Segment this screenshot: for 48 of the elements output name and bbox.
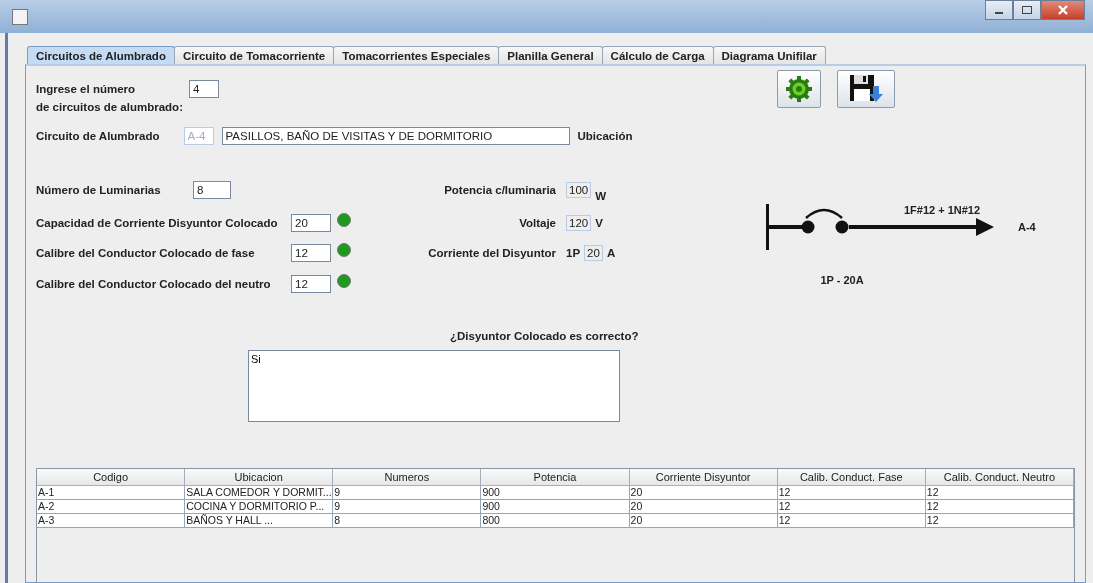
unit-label: A [606,247,616,259]
field-label: Número de Luminarias [36,184,161,196]
tab[interactable]: Diagrama Unifilar [712,46,826,64]
app-icon [12,8,28,25]
pole-label: 1P [566,247,581,259]
circuit-label: Circuito de Alumbrado [36,130,160,142]
minimize-button[interactable] [985,0,1013,20]
table-cell: BAÑOS Y HALL ... [185,514,334,528]
value-field[interactable]: 20 [291,214,331,232]
field-label: Voltaje [519,217,556,229]
answer-text-area[interactable]: Si [248,350,620,422]
field-label: Calibre del Conductor Colocado del neutro [36,278,271,290]
circuit-code-label: A-4 [1018,221,1036,233]
value-display: 20 [584,245,603,261]
field-label: Potencia c/luminaria [444,184,556,196]
location-field[interactable]: PASILLOS, BAÑO DE VISITAS Y DE DORMITORIO [221,127,570,145]
maximize-button[interactable] [1013,0,1041,20]
value-field[interactable]: 12 [291,244,331,262]
table-cell: 8 [333,514,482,528]
conductor-label: 1F#12 + 1N#12 [903,204,981,216]
value-field[interactable]: 8 [193,181,231,199]
unit-label: V [595,217,603,229]
count-field[interactable]: 4 [189,80,219,98]
tab[interactable]: Circuito de Tomacorriente [173,46,335,64]
tab[interactable]: Tomacorrientes Especiales [333,46,500,64]
value-display: 120 [566,215,592,231]
question-label: ¿Disyuntor Colocado es correcto? [450,330,640,342]
close-button[interactable] [1041,0,1085,20]
value-field[interactable]: 12 [291,275,331,293]
tab[interactable]: Planilla General [498,46,603,64]
value-display: 100 [566,182,592,198]
tab[interactable]: Circuitos de Alumbrado [27,46,175,64]
table-cell: 800 [481,514,630,528]
tab[interactable]: Cálculo de Carga [601,46,714,64]
field-label: Capacidad de Corriente Disyuntor Colocado [36,217,278,229]
breaker-label: 1P - 20A [820,274,864,286]
field-label: Calibre del Conductor Colocado de fase [36,247,255,259]
table-cell: 12 [925,514,1074,528]
unit-label: W [595,190,607,202]
settings-button[interactable] [777,70,821,108]
close-icon [1057,4,1069,16]
field-label: Corriente del Disyuntor [428,247,556,259]
count-label: Ingrese el número de circuitos de alumbrado: [36,82,183,115]
table-cell: 12 [777,514,926,528]
save-button[interactable] [837,70,895,108]
table-cell: A-3 [37,514,186,528]
table-cell: 20 [629,514,778,528]
location-label: Ubicación [577,130,633,142]
